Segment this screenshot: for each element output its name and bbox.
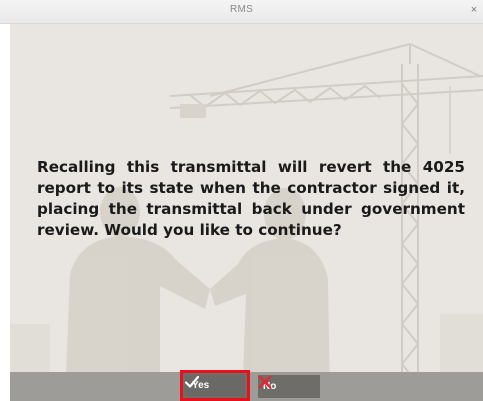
confirmation-message: Recalling this transmittal will revert t… [37, 158, 465, 239]
checkmark-icon [185, 375, 199, 388]
no-button[interactable]: No [258, 375, 320, 398]
x-icon [258, 375, 272, 389]
window-title: RMS [229, 4, 254, 15]
close-icon[interactable]: × [468, 3, 480, 17]
title-bar[interactable]: RMS × [0, 0, 483, 24]
yes-button-face[interactable]: Yes [185, 375, 245, 396]
dialog-background: Recalling this transmittal will revert t… [10, 24, 483, 401]
button-bar: Yes No [10, 370, 483, 401]
yes-button[interactable]: Yes [180, 370, 250, 401]
rms-dialog-window: RMS × Recalling this transmittal will re… [0, 0, 483, 401]
